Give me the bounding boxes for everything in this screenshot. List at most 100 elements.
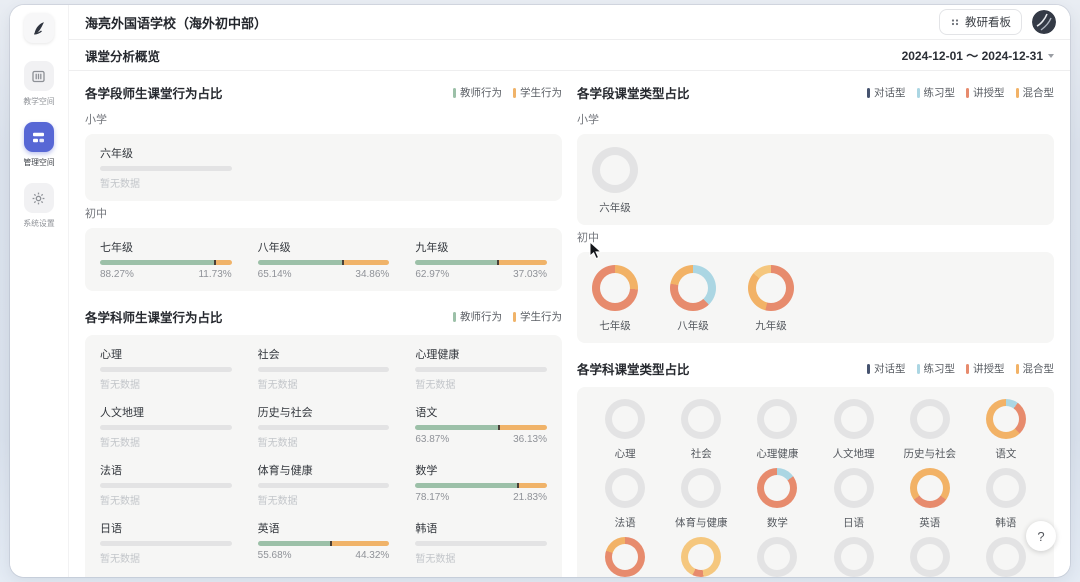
class-type-label: 六年级: [599, 200, 631, 215]
panel-header: 各学段课堂类型占比 对话型练习型讲授型混合型: [577, 83, 1054, 102]
legend-label: 教师行为: [460, 309, 502, 324]
behavior-bar: [415, 483, 547, 488]
section-label: 小学: [577, 111, 1054, 127]
class-type-label: 语文: [995, 446, 1016, 461]
app-logo-icon[interactable]: [24, 13, 54, 43]
behavior-item-name: 八年级: [258, 239, 390, 255]
legend: 教师行为学生行为: [453, 85, 562, 100]
panel-behavior-by-subject: 各学科师生课堂行为占比 教师行为学生行为 心理暂无数据社会暂无数据心理健康暂无数…: [85, 307, 562, 577]
student-bar-segment: [499, 260, 547, 265]
panel-title: 各学段师生课堂行为占比: [85, 83, 223, 102]
teacher-percent: 55.68%: [258, 550, 292, 561]
class-type-item: 数学: [757, 468, 797, 530]
class-type-item: 日语: [834, 468, 874, 530]
teacher-bar-segment: [415, 260, 497, 265]
date-range-picker[interactable]: 2024-12-01 ～ 2024-12-31: [902, 47, 1054, 64]
legend-label: 练习型: [924, 361, 956, 376]
legend-item: 学生行为: [513, 85, 562, 100]
donut-chart: [670, 265, 716, 311]
class-type-label: 八年级: [677, 318, 709, 333]
class-type-item: 历史与社会: [903, 399, 956, 461]
grade-type-sections: 小学六年级初中七年级八年级九年级: [577, 111, 1054, 343]
student-percent: 11.73%: [198, 269, 231, 280]
teacher-percent: 63.87%: [415, 434, 449, 445]
sidebar-item-3[interactable]: 系统设置: [22, 183, 56, 229]
panel-header: 各学科课堂类型占比 对话型练习型讲授型混合型: [577, 359, 1054, 378]
grade-behavior-card: 六年级暂无数据: [85, 134, 562, 201]
legend-marker: [453, 88, 456, 98]
empty-bar: [100, 541, 232, 546]
student-bar-segment: [500, 425, 547, 430]
legend-item: 讲授型: [966, 85, 1005, 100]
behavior-item: 韩语暂无数据: [415, 520, 547, 565]
legend-label: 混合型: [1023, 85, 1055, 100]
empty-bar: [100, 483, 232, 488]
help-button[interactable]: ?: [1026, 521, 1056, 551]
behavior-bar: [258, 260, 390, 265]
classroom-icon: [24, 61, 54, 91]
legend-label: 对话型: [874, 85, 906, 100]
teacher-percent: 88.27%: [100, 269, 134, 280]
management-icon: [24, 122, 54, 152]
empty-bar: [100, 425, 232, 430]
legend-marker: [867, 88, 870, 98]
behavior-item-name: 语文: [415, 404, 547, 420]
class-type-label: 法语: [615, 515, 636, 530]
teacher-bar-segment: [258, 541, 330, 546]
teacher-bar-segment: [258, 260, 342, 265]
school-title: 海亮外国语学校（海外初中部）: [85, 13, 267, 32]
no-data-label: 暂无数据: [415, 376, 547, 391]
behavior-bar: [100, 425, 232, 430]
student-bar-segment: [332, 541, 389, 546]
sidebar-item-2[interactable]: 管理空间: [22, 122, 56, 168]
legend-item: 混合型: [1016, 361, 1055, 376]
behavior-item: 社会暂无数据: [258, 346, 390, 391]
class-type-item: 社会: [681, 399, 721, 461]
class-type-item: 英语: [910, 468, 950, 530]
sidebar-item-label: 系统设置: [23, 217, 54, 228]
donut-chart: [605, 468, 645, 508]
donut-chart: [757, 399, 797, 439]
right-column: 各学段课堂类型占比 对话型练习型讲授型混合型 小学六年级初中七年级八年级九年级 …: [577, 83, 1054, 577]
research-board-button[interactable]: 教研看板: [939, 9, 1022, 35]
student-percent: 36.13%: [513, 434, 547, 445]
class-type-label: 心理健康: [756, 446, 798, 461]
empty-bar: [415, 367, 547, 372]
empty-bar: [258, 425, 390, 430]
class-type-item: 语文: [986, 399, 1026, 461]
empty-bar: [258, 483, 390, 488]
grade-behavior-sections: 小学六年级暂无数据初中七年级88.27%11.73%八年级65.14%34.86…: [85, 111, 562, 291]
legend: 对话型练习型讲授型混合型: [867, 85, 1054, 100]
behavior-item-name: 韩语: [415, 520, 547, 536]
header-bar: 海亮外国语学校（海外初中部） 教研看板: [69, 5, 1070, 39]
behavior-bar: [258, 483, 390, 488]
class-type-item: 地理: [986, 537, 1026, 577]
behavior-item: 七年级88.27%11.73%: [100, 239, 232, 280]
teacher-percent: 78.17%: [415, 492, 449, 503]
panel-header: 各学科师生课堂行为占比 教师行为学生行为: [85, 307, 562, 326]
behavior-item-name: 数学: [415, 462, 547, 478]
donut-chart: [834, 399, 874, 439]
behavior-item-name: 六年级: [100, 145, 232, 161]
behavior-values: 78.17%21.83%: [415, 492, 547, 503]
teacher-percent: 62.97%: [415, 269, 449, 280]
class-type-label: 日语: [843, 515, 864, 530]
legend-marker: [966, 88, 969, 98]
no-data-label: 暂无数据: [100, 550, 232, 565]
class-type-item: 俄语: [834, 537, 874, 577]
behavior-bar: [100, 367, 232, 372]
donut-chart: [834, 537, 874, 577]
class-type-item: 道德与法治: [675, 537, 728, 577]
behavior-item: 人文地理暂无数据: [100, 404, 232, 449]
sidebar-item-1[interactable]: 教学空间: [22, 61, 56, 107]
legend-label: 教师行为: [460, 85, 502, 100]
header-actions: 教研看板: [939, 9, 1056, 35]
user-avatar[interactable]: [1032, 10, 1056, 34]
teacher-percent: 65.14%: [258, 269, 292, 280]
empty-bar: [100, 166, 232, 171]
teacher-bar-segment: [415, 425, 498, 430]
legend-item: 教师行为: [453, 85, 502, 100]
donut-chart: [605, 399, 645, 439]
class-type-item: 科学: [605, 537, 645, 577]
no-data-label: 暂无数据: [258, 434, 390, 449]
